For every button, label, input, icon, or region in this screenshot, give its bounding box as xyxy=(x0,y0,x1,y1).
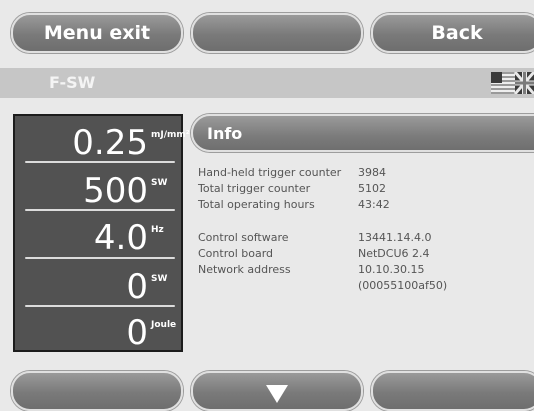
top-middle-button[interactable] xyxy=(191,13,363,53)
parameter-shockwaves[interactable]: 500 SW xyxy=(15,168,181,208)
parameter-unit: Hz xyxy=(151,225,164,235)
parameter-unit: Joule xyxy=(151,320,177,330)
parameter-value: 4.0 xyxy=(93,218,148,258)
info-label-handheld-counter: Hand-held trigger counter xyxy=(198,166,342,179)
info-value-mac-address: (00055100af50) xyxy=(358,279,448,292)
back-label: Back xyxy=(431,22,483,44)
menu-exit-label: Menu exit xyxy=(43,22,151,44)
back-button[interactable]: Back xyxy=(371,13,534,53)
parameter-value: 0.25 xyxy=(72,123,148,163)
divider xyxy=(25,257,175,259)
page-title: F-SW xyxy=(49,73,96,92)
info-value-handheld-counter: 3984 xyxy=(358,166,386,179)
info-value-control-software: 13441.14.4.0 xyxy=(358,231,432,244)
parameter-unit: SW xyxy=(151,178,168,188)
down-arrow-icon xyxy=(266,385,288,403)
parameter-energy[interactable]: 0.25 mJ/mm² xyxy=(15,120,190,163)
bottom-right-button[interactable] xyxy=(371,371,534,411)
parameter-unit: SW xyxy=(151,274,168,284)
uk-us-flag-icon[interactable] xyxy=(491,72,534,94)
parameter-value: 0 xyxy=(126,313,148,353)
info-title: Info xyxy=(207,124,243,143)
parameter-value: 500 xyxy=(83,171,148,211)
parameter-panel: 0.25 mJ/mm² 500 SW 4.0 Hz 0 SW 0 Joule xyxy=(13,114,190,352)
parameter-unit: mJ/mm² xyxy=(151,130,190,140)
divider xyxy=(25,209,175,211)
info-value-network-address: 10.10.30.15 xyxy=(358,263,425,276)
parameter-shock-count[interactable]: 0 SW xyxy=(15,264,181,304)
bottom-left-button[interactable] xyxy=(11,371,183,411)
info-label-control-software: Control software xyxy=(198,231,289,244)
info-header: Info xyxy=(191,114,534,152)
info-label-operating-hours: Total operating hours xyxy=(198,198,315,211)
parameter-value: 0 xyxy=(126,267,148,307)
title-bar: F-SW xyxy=(0,68,534,98)
divider xyxy=(25,161,175,163)
menu-exit-button[interactable]: Menu exit xyxy=(11,13,183,53)
info-value-total-trigger: 5102 xyxy=(358,182,386,195)
info-label-control-board: Control board xyxy=(198,247,274,260)
parameter-joule[interactable]: 0 Joule xyxy=(15,310,181,350)
parameter-frequency[interactable]: 4.0 Hz xyxy=(15,215,181,255)
divider xyxy=(25,305,175,307)
info-value-control-board: NetDCU6 2.4 xyxy=(358,247,430,260)
info-label-network-address: Network address xyxy=(198,263,291,276)
info-value-operating-hours: 43:42 xyxy=(358,198,390,211)
scroll-down-button[interactable] xyxy=(191,371,363,411)
info-label-total-trigger: Total trigger counter xyxy=(198,182,311,195)
